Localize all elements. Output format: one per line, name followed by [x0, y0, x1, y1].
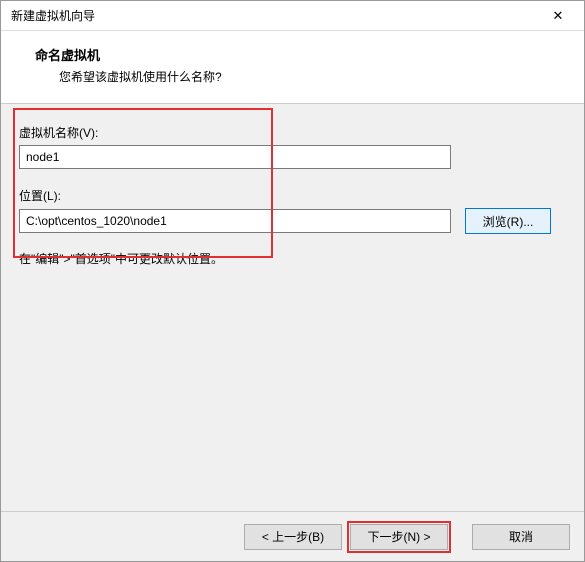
hint-text: 在"编辑">"首选项"中可更改默认位置。 [19, 250, 566, 267]
close-icon: ✕ [553, 8, 564, 24]
form-area: 虚拟机名称(V): 位置(L): 浏览(R)... 在"编辑">"首选项"中可更… [1, 104, 584, 281]
wizard-footer: < 上一步(B) 下一步(N) > 取消 [1, 511, 584, 561]
vm-name-label: 虚拟机名称(V): [19, 124, 566, 141]
next-button[interactable]: 下一步(N) > [350, 524, 448, 550]
close-button[interactable]: ✕ [540, 2, 576, 30]
back-button[interactable]: < 上一步(B) [244, 524, 342, 550]
cancel-button[interactable]: 取消 [472, 524, 570, 550]
location-row: 浏览(R)... [19, 208, 566, 234]
vm-name-input[interactable] [19, 145, 451, 169]
location-input[interactable] [19, 209, 451, 233]
titlebar: 新建虚拟机向导 ✕ [1, 1, 584, 31]
page-subtitle: 您希望该虚拟机使用什么名称? [59, 68, 564, 85]
page-title: 命名虚拟机 [35, 45, 564, 64]
content-area: 虚拟机名称(V): 位置(L): 浏览(R)... 在"编辑">"首选项"中可更… [1, 104, 584, 511]
location-label: 位置(L): [19, 187, 566, 204]
window-title: 新建虚拟机向导 [11, 7, 95, 24]
browse-button[interactable]: 浏览(R)... [465, 208, 551, 234]
wizard-header: 命名虚拟机 您希望该虚拟机使用什么名称? [1, 31, 584, 104]
